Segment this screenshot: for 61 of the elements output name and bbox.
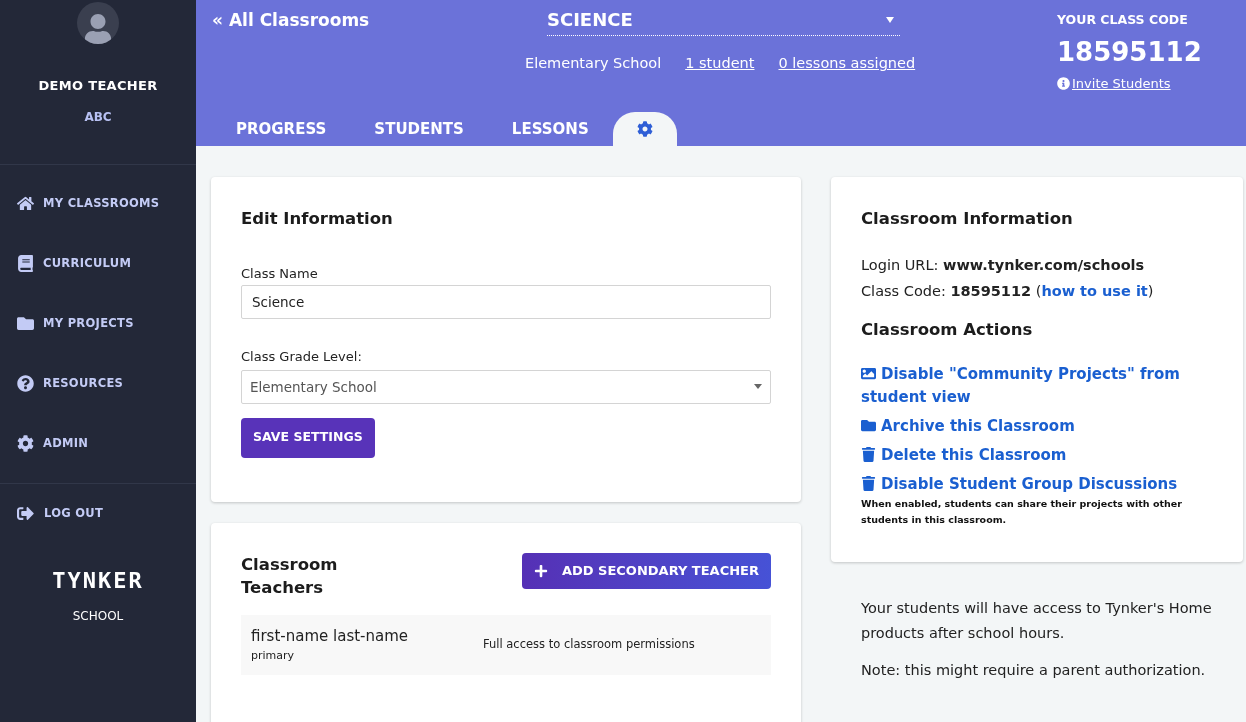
note-text: Your students will have access to Tynker's Home products after school hours.	[861, 598, 1213, 643]
action-note: When enabled, students can share their projects with other students in this classroom.	[861, 496, 1183, 527]
class-name-field[interactable]: Science	[241, 285, 771, 320]
field-label: Class Grade Level:	[241, 348, 363, 367]
nav-item[interactable]: ADMIN	[0, 413, 196, 474]
field-label: Class Name	[241, 264, 319, 283]
action-link[interactable]: Delete this Classroom	[861, 443, 1213, 467]
logo-caption: SCHOOL	[72, 607, 124, 625]
action-link[interactable]: Disable "Community Projects" from student view	[861, 362, 1213, 409]
trash-icon	[861, 475, 876, 491]
teacher-access: Full access to classroom permissions	[483, 636, 695, 654]
invite-link[interactable]: Invite Students	[1057, 73, 1202, 94]
image-icon	[861, 365, 876, 381]
students-link[interactable]: 1 student	[685, 53, 755, 75]
login-url-text: Login URL: www.tynker.com/schools	[861, 255, 1146, 275]
card-title: Classroom Actions	[861, 318, 1034, 341]
nav-item[interactable]: CURRICULUM	[0, 233, 196, 294]
settings-tab[interactable]	[612, 112, 677, 146]
class-code: 18595112	[1057, 35, 1202, 69]
avatar	[77, 2, 119, 44]
user-org: ABC	[84, 108, 112, 126]
action-link[interactable]: Disable Student Group Discussions	[861, 472, 1213, 496]
home-icon	[17, 195, 34, 212]
teacher-role: primary	[251, 647, 296, 664]
note-text: Note: this might require a parent authorization.	[861, 660, 1207, 680]
folder-icon	[17, 315, 34, 332]
nav-item[interactable]: MY PROJECTS	[0, 293, 196, 354]
save-button[interactable]: SAVE SETTINGS	[241, 417, 375, 458]
grade-text: Elementary School	[525, 54, 662, 73]
tab[interactable]: LESSONS	[487, 112, 613, 146]
user-name: DEMO TEACHER	[38, 77, 158, 95]
plus-icon	[533, 563, 548, 578]
logout-link[interactable]: LOG OUT	[0, 483, 196, 544]
tab[interactable]: STUDENTS	[350, 112, 488, 146]
class-select[interactable]: SCIENCE	[547, 6, 900, 36]
back-link[interactable]: « All Classrooms	[212, 10, 370, 30]
class-code-text: Class Code: 18595112 (how to use it)	[861, 281, 1155, 301]
card-title: Classroom Information	[861, 208, 1074, 230]
trash-icon	[861, 446, 876, 462]
caret-icon	[886, 16, 894, 23]
nav-item[interactable]: RESOURCES	[0, 353, 196, 414]
settings-icon	[17, 435, 34, 452]
logout-icon	[17, 505, 34, 522]
logo: TYNKER	[52, 566, 144, 595]
info-icon	[1057, 77, 1070, 90]
class-code-label: YOUR CLASS CODE	[1057, 11, 1189, 29]
add-teacher-button[interactable]: ADD SECONDARY TEACHER	[521, 552, 771, 589]
grade-select[interactable]: Elementary School	[241, 369, 771, 404]
card-title: Edit Information	[241, 208, 394, 230]
books-icon	[17, 255, 34, 272]
how-to-link[interactable]: how to use it	[1041, 282, 1148, 299]
nav-item[interactable]: MY CLASSROOMS	[0, 173, 196, 234]
teacher-name: first-name last-name	[251, 626, 410, 648]
card-title: Classroom Teachers	[241, 553, 339, 599]
question-icon	[17, 375, 34, 392]
settings-icon	[636, 121, 653, 137]
folder-icon	[861, 417, 876, 433]
tab[interactable]: PROGRESS	[212, 112, 351, 146]
action-link[interactable]: Archive this Classroom	[861, 414, 1213, 438]
lessons-link[interactable]: 0 lessons assigned	[778, 53, 916, 75]
caret-icon	[754, 384, 762, 390]
